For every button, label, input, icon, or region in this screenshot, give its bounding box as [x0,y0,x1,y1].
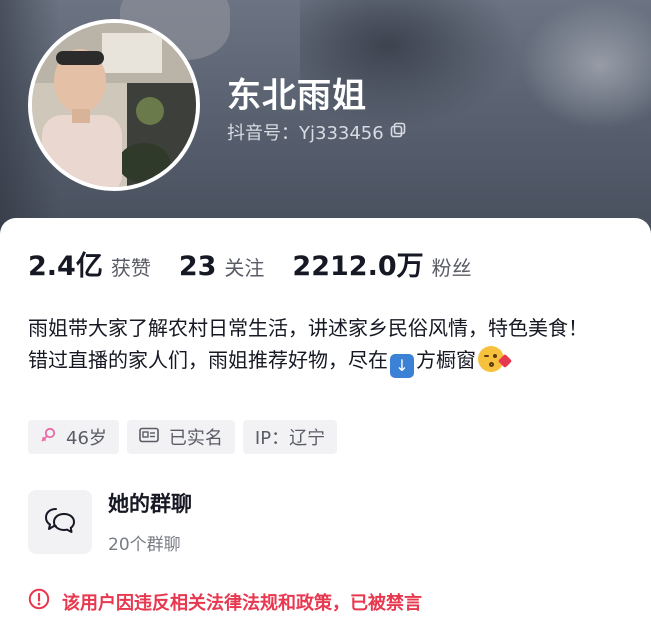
tag-verified: 已实名 [126,420,235,454]
stat-value: 23 [178,251,217,282]
account-id: 抖音号：Yj333456 [227,123,384,144]
tag-verified-text: 已实名 [168,428,223,449]
bio-text: 方橱窗 [416,348,476,372]
profile-bio: 雨姐带大家了解农村日常生活，讲述家乡民俗风情，特色美食！ 错过直播的家人们，雨姐… [28,312,628,378]
tag-ip-text: IP：辽宁 [254,428,326,449]
copy-icon[interactable] [390,122,406,143]
stats-row: 2.4亿 获赞 23 关注 2212.0万 粉丝 [28,244,500,283]
group-chat-icon-box [28,489,92,554]
profile-tags: 46岁 已实名 IP：辽宁 [28,420,345,454]
chat-bubbles-icon [44,506,76,538]
avatar[interactable] [28,19,200,191]
tag-age: 46岁 [28,420,119,454]
stat-label: 关注 [224,256,265,280]
warning-circle-icon [28,588,50,615]
group-chat-entry[interactable]: 她的群聊 20个群聊 [28,488,192,555]
tag-ip: IP：辽宁 [242,420,338,454]
ban-notice-text: 该用户因违反相关法律法规和政策，已被禁言 [62,592,422,614]
stat-followers[interactable]: 2212.0万 粉丝 [292,244,471,283]
stat-likes[interactable]: 2.4亿 获赞 [28,244,151,283]
group-chat-count: 20个群聊 [108,535,181,555]
tag-age-text: 46岁 [66,428,107,449]
stat-following[interactable]: 23 关注 [179,251,265,282]
profile-header-background: 东北雨姐 抖音号：Yj333456 [0,0,651,240]
bio-line: 错过直播的家人们，雨姐推荐好物，尽在 ↓ 方橱窗 [28,344,628,378]
bio-line: 雨姐带大家了解农村日常生活，讲述家乡民俗风情，特色美食！ [28,316,588,340]
stat-value: 2.4亿 [28,251,103,282]
bio-text: 错过直播的家人们，雨姐推荐好物，尽在 [28,348,388,372]
down-arrow-emoji: ↓ [390,354,414,378]
stat-label: 粉丝 [431,256,472,280]
ban-notice: 该用户因违反相关法律法规和政策，已被禁言 [28,588,422,615]
kiss-face-emoji [478,346,513,372]
background-photo-shape [520,0,651,130]
profile-nickname: 东北雨姐 [227,76,367,116]
stat-value: 2212.0万 [292,251,424,282]
female-icon [40,427,56,448]
stat-label: 获赞 [110,256,151,280]
group-chat-title: 她的群聊 [108,492,192,516]
group-chat-text: 她的群聊 20个群聊 [108,488,192,555]
profile-card: 2.4亿 获赞 23 关注 2212.0万 粉丝 雨姐带大家了解农村日常生活，讲… [0,218,651,640]
account-id-row: 抖音号：Yj333456 [227,119,406,145]
id-card-icon [139,427,159,448]
